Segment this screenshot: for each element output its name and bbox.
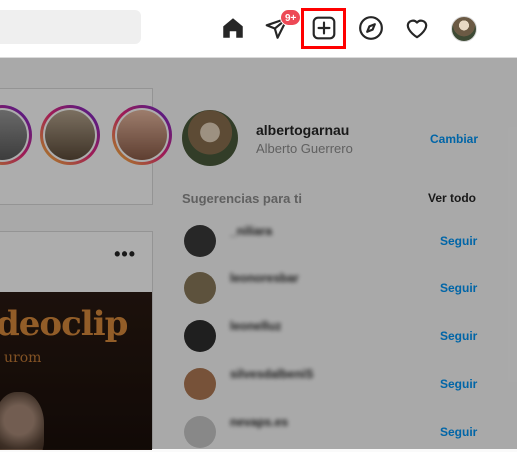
search-input[interactable] (0, 10, 141, 44)
home-icon[interactable] (220, 15, 246, 41)
profile-avatar[interactable] (451, 16, 477, 42)
explore-icon[interactable] (358, 15, 384, 41)
notification-badge: 9+ (280, 9, 302, 26)
new-post-icon[interactable] (311, 15, 337, 41)
modal-dim-overlay (0, 58, 517, 449)
heart-icon[interactable] (404, 15, 430, 41)
top-navigation-bar: 9+ (0, 0, 517, 58)
search-box[interactable] (0, 10, 141, 44)
